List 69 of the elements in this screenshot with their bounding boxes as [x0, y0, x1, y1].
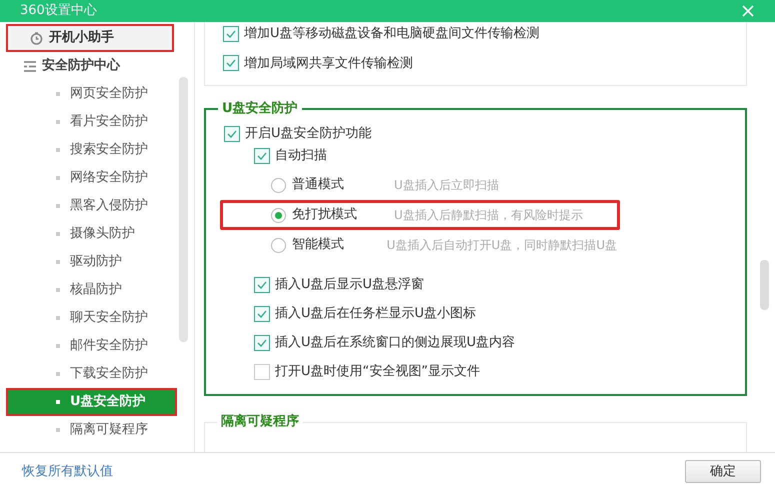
checkbox[interactable] [224, 126, 240, 142]
sidebar-scrollbar[interactable] [179, 77, 188, 342]
checkbox[interactable] [254, 334, 270, 350]
close-button[interactable] [741, 4, 755, 18]
bullet-icon [56, 372, 60, 376]
bullet-icon [56, 204, 60, 208]
bullet-icon [56, 92, 60, 96]
radio-option[interactable]: 智能模式 U盘插入后自动打开U盘，同时静默扫描U盘 [220, 230, 620, 260]
bullet-icon [56, 428, 60, 432]
sidebar-item[interactable]: 隔离可疑程序 [6, 416, 174, 444]
sidebar-item[interactable]: 摄像头防护 [6, 220, 174, 248]
sidebar-item[interactable]: 驱动防护 [6, 248, 174, 276]
window-title: 360设置中心 [20, 2, 97, 20]
checkbox-option[interactable]: 增加U盘等移动磁盘设备和电脑硬盘间文件传输检测 [223, 24, 728, 44]
close-icon [742, 5, 754, 17]
radio-button[interactable] [271, 238, 286, 252]
timer-icon [30, 32, 43, 44]
check-icon [257, 310, 267, 318]
bullet-icon [56, 120, 60, 124]
checkbox[interactable] [254, 148, 270, 164]
sidebar-item[interactable]: 网页安全防护 [6, 80, 174, 108]
ok-button[interactable]: 确定 [685, 460, 761, 483]
mode-description: U盘插入后静默扫描，有风险时提示 [394, 207, 583, 224]
checkbox[interactable] [223, 26, 239, 42]
radio-button[interactable] [271, 178, 286, 192]
checkbox-option[interactable]: 开启U盘安全防护功能 [224, 124, 727, 144]
checkbox-option[interactable]: 打开U盘时使用“安全视图”显示文件 [254, 357, 727, 386]
sidebar-item[interactable]: 核晶防护 [6, 276, 174, 304]
sidebar-group-label[interactable]: 安全防护中心 [42, 56, 120, 76]
checkbox-option[interactable]: 插入U盘后显示U盘悬浮窗 [254, 270, 727, 299]
checkbox-option[interactable]: 插入U盘后在任务栏显示U盘小图标 [254, 299, 727, 328]
mode-description: U盘插入后立即扫描 [394, 177, 499, 194]
sidebar-item[interactable]: 网络安全防护 [6, 164, 174, 192]
checkbox[interactable] [254, 306, 270, 322]
check-icon [257, 152, 267, 160]
checkbox[interactable] [254, 276, 270, 292]
bullet-icon [56, 260, 60, 264]
bullet-icon [56, 316, 60, 320]
check-icon [257, 280, 267, 288]
bullet-icon [56, 148, 60, 152]
sidebar-item[interactable]: 看片安全防护 [6, 108, 174, 136]
radio-option[interactable]: 普通模式 U盘插入后立即扫描 [220, 170, 620, 200]
content-scrollbar[interactable] [760, 260, 769, 310]
check-icon [226, 59, 236, 68]
check-icon [226, 30, 236, 38]
checkbox-option[interactable]: 自动扫描 [254, 146, 727, 166]
check-icon [227, 130, 237, 138]
checkbox[interactable] [223, 55, 239, 72]
sidebar-item[interactable]: 下载安全防护 [6, 360, 174, 388]
mode-description: U盘插入后自动打开U盘，同时静默扫描U盘 [386, 237, 617, 254]
sidebar-item[interactable]: 聊天安全防护 [6, 304, 174, 332]
bullet-icon [56, 232, 60, 236]
sidebar-item[interactable]: 黑客入侵防护 [6, 192, 174, 220]
checkbox[interactable] [254, 364, 270, 380]
sidebar-item[interactable]: 开机小助手 [6, 24, 174, 52]
bullet-icon [56, 344, 60, 348]
list-icon [24, 60, 36, 72]
checkbox-option[interactable]: 插入U盘后在系统窗口的侧边展现U盘内容 [254, 328, 727, 357]
sidebar-item[interactable]: 邮件安全防护 [6, 332, 174, 360]
checkbox-option[interactable]: 增加局域网共享文件传输检测 [223, 54, 728, 73]
radio-button[interactable] [271, 208, 286, 222]
restore-defaults-link[interactable]: 恢复所有默认值 [22, 462, 113, 482]
radio-option[interactable]: 免打扰模式 U盘插入后静默扫描，有风险时提示 [220, 200, 620, 230]
bullet-icon [56, 288, 60, 292]
sidebar-item[interactable]: 搜索安全防护 [6, 136, 174, 164]
bullet-icon [56, 176, 60, 180]
sidebar-item[interactable]: U盘安全防护 [6, 388, 177, 416]
bullet-icon [56, 400, 60, 404]
check-icon [257, 338, 267, 346]
